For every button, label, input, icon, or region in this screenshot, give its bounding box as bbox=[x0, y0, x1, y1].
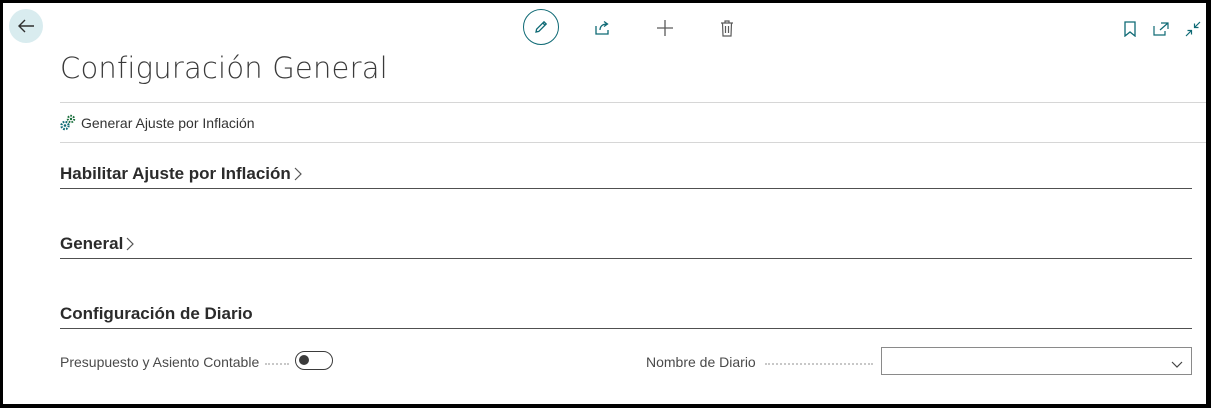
journal-name-label: Nombre de Diario bbox=[646, 354, 756, 370]
page-title: Configuración General bbox=[60, 51, 388, 85]
chevron-down-icon bbox=[1171, 356, 1183, 374]
generate-action-label: Generar Ajuste por Inflación bbox=[81, 114, 255, 131]
bookmark-button[interactable] bbox=[1120, 19, 1140, 39]
collapse-button[interactable] bbox=[1183, 19, 1203, 39]
share-icon bbox=[595, 20, 609, 35]
section-general-header[interactable]: General bbox=[60, 234, 135, 254]
journal-name-select[interactable] bbox=[881, 347, 1192, 375]
chevron-right-icon bbox=[294, 167, 302, 181]
field-leader-dots bbox=[765, 363, 873, 365]
toggle-knob bbox=[299, 355, 309, 365]
section-general-title: General bbox=[60, 234, 124, 253]
open-in-new-window-icon bbox=[1153, 22, 1169, 36]
section-journal-setup: Configuración de Diario bbox=[60, 301, 1192, 329]
open-new-window-button[interactable] bbox=[1151, 19, 1171, 39]
section-enable-inflation-adjustment: Habilitar Ajuste por Inflación bbox=[60, 161, 1192, 189]
budget-entry-label: Presupuesto y Asiento Contable bbox=[60, 354, 260, 370]
field-leader-dots bbox=[265, 363, 289, 365]
plus-icon bbox=[657, 20, 673, 36]
back-button[interactable] bbox=[9, 9, 43, 43]
divider bbox=[60, 142, 1206, 143]
arrow-left-icon bbox=[18, 19, 34, 33]
section-journal-title: Configuración de Diario bbox=[60, 304, 253, 323]
share-button[interactable] bbox=[592, 17, 614, 39]
section-general: General bbox=[60, 231, 1192, 259]
collapse-icon bbox=[1185, 21, 1201, 37]
trash-icon bbox=[721, 19, 733, 37]
section-enable-title: Habilitar Ajuste por Inflación bbox=[60, 164, 291, 183]
chevron-right-icon bbox=[126, 237, 135, 251]
delete-button[interactable] bbox=[716, 17, 738, 39]
section-enable-header[interactable]: Habilitar Ajuste por Inflación bbox=[60, 164, 302, 184]
section-journal-header[interactable]: Configuración de Diario bbox=[60, 304, 253, 324]
page-frame: Configuración General Generar Ajuste por… bbox=[3, 3, 1206, 404]
generate-inflation-adjustment-action[interactable]: Generar Ajuste por Inflación bbox=[60, 114, 255, 131]
edit-button[interactable] bbox=[523, 9, 559, 45]
budget-entry-toggle[interactable] bbox=[295, 351, 333, 370]
bookmark-icon bbox=[1124, 21, 1136, 37]
gears-icon bbox=[60, 114, 76, 131]
pencil-icon bbox=[535, 20, 548, 33]
new-button[interactable] bbox=[654, 17, 676, 39]
divider bbox=[60, 102, 1206, 103]
